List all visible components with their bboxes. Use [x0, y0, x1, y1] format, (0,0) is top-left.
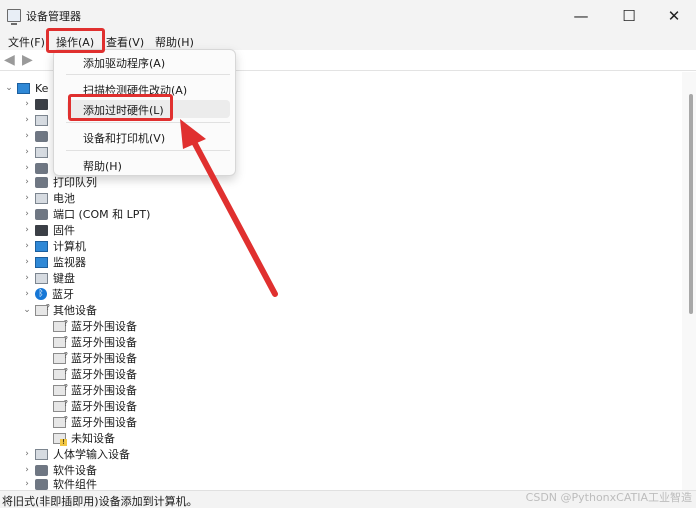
annotation-arrow: [180, 119, 278, 297]
